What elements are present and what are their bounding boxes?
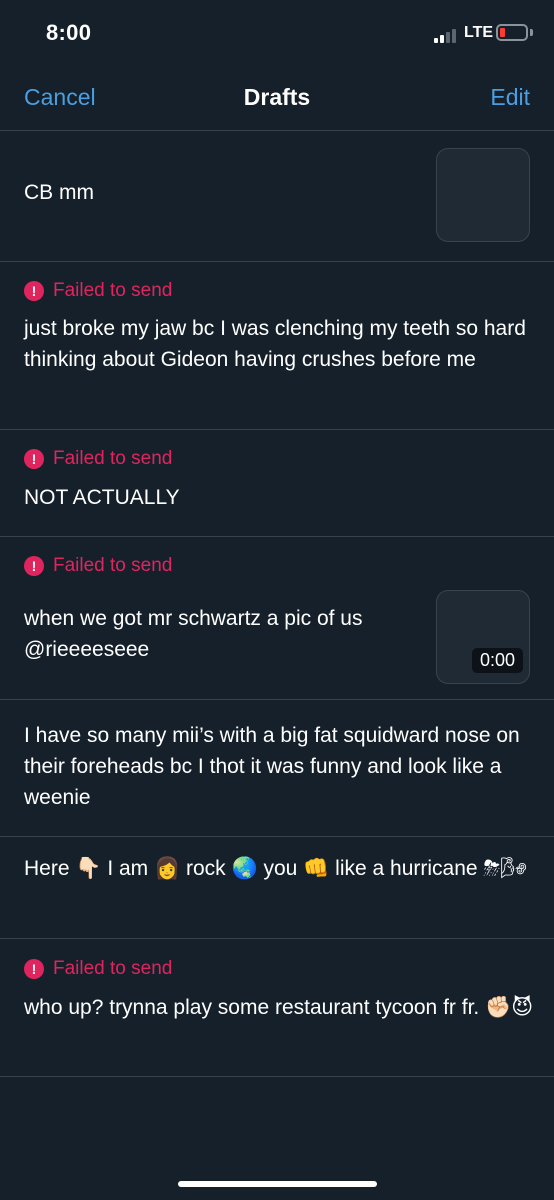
failed-to-send-status: ! Failed to send bbox=[24, 448, 172, 470]
drafts-screen: 8:00 LTE Cancel Drafts Edit CB mm ! Fail… bbox=[0, 0, 554, 1200]
battery-icon bbox=[496, 24, 528, 41]
battery-tip bbox=[530, 29, 533, 36]
alert-icon: ! bbox=[24, 449, 44, 469]
cancel-button[interactable]: Cancel bbox=[24, 84, 96, 111]
alert-icon: ! bbox=[24, 281, 44, 301]
failed-to-send-label: Failed to send bbox=[53, 280, 173, 301]
draft-item[interactable]: I have so many mii’s with a big fat squi… bbox=[0, 700, 554, 837]
draft-text: when we got mr schwartz a pic of us @rie… bbox=[24, 607, 363, 661]
draft-text: Here 👇🏻 I am 👩 rock 🌏 you 👊 like a hurri… bbox=[24, 857, 527, 880]
draft-text: NOT ACTUALLY bbox=[24, 486, 180, 509]
draft-media-thumbnail bbox=[436, 148, 530, 242]
failed-to-send-label: Failed to send bbox=[53, 958, 173, 979]
draft-item[interactable]: ! Failed to send when we got mr schwartz… bbox=[0, 537, 554, 700]
failed-to-send-status: ! Failed to send bbox=[24, 280, 172, 302]
draft-text: who up? trynna play some restaurant tyco… bbox=[24, 996, 534, 1019]
failed-to-send-label: Failed to send bbox=[53, 448, 173, 469]
edit-button[interactable]: Edit bbox=[490, 84, 530, 111]
failed-to-send-status: ! Failed to send bbox=[24, 958, 172, 980]
draft-item[interactable]: ! Failed to send NOT ACTUALLY bbox=[0, 430, 554, 537]
draft-text: just broke my jaw bc I was clenching my … bbox=[24, 317, 526, 371]
draft-video-thumbnail: 0:00 bbox=[436, 590, 530, 684]
draft-item[interactable]: CB mm bbox=[0, 131, 554, 262]
cellular-signal-icon bbox=[434, 27, 460, 43]
network-type-label: LTE bbox=[464, 24, 494, 41]
nav-bar: Cancel Drafts Edit bbox=[0, 70, 554, 131]
alert-icon: ! bbox=[24, 959, 44, 979]
alert-icon: ! bbox=[24, 556, 44, 576]
failed-to-send-status: ! Failed to send bbox=[24, 555, 172, 577]
home-indicator[interactable] bbox=[178, 1181, 377, 1187]
video-duration-badge: 0:00 bbox=[471, 648, 523, 673]
status-bar: 8:00 LTE bbox=[0, 0, 554, 70]
draft-item[interactable]: ! Failed to send who up? trynna play som… bbox=[0, 939, 554, 1077]
draft-item[interactable]: ! Failed to send just broke my jaw bc I … bbox=[0, 262, 554, 430]
failed-to-send-label: Failed to send bbox=[53, 555, 173, 576]
draft-text: CB mm bbox=[24, 181, 94, 204]
status-time: 8:00 bbox=[46, 20, 92, 45]
draft-item[interactable]: Here 👇🏻 I am 👩 rock 🌏 you 👊 like a hurri… bbox=[0, 837, 554, 939]
draft-text: I have so many mii’s with a big fat squi… bbox=[24, 724, 520, 809]
